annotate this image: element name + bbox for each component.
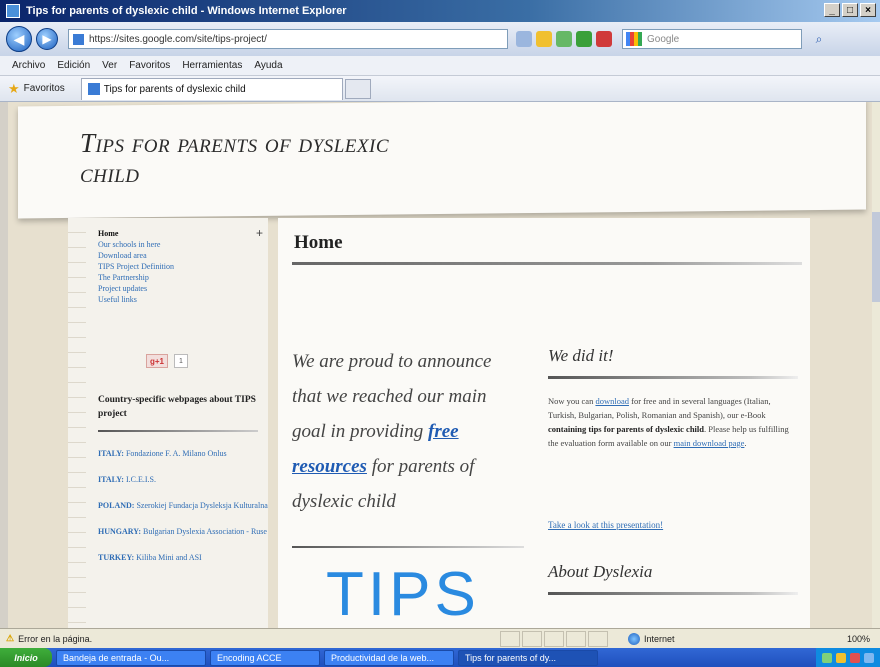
dropdown-icon[interactable] — [516, 31, 532, 47]
compat-icon[interactable] — [556, 31, 572, 47]
nav-item-schools[interactable]: Our schools in here — [98, 239, 174, 250]
list-item[interactable]: ITALY: Fondazione F. A. Milano Onlus — [98, 448, 268, 460]
menu-bar: Archivo Edición Ver Favoritos Herramient… — [0, 56, 880, 76]
menu-tools[interactable]: Herramientas — [182, 60, 242, 71]
tray-icon[interactable] — [850, 652, 860, 663]
ie-icon — [6, 4, 20, 18]
globe-icon — [628, 632, 640, 645]
scrollbar-thumb[interactable] — [872, 212, 880, 302]
main-content: Home We are proud to announce that we re… — [278, 218, 810, 628]
menu-help[interactable]: Ayuda — [254, 60, 282, 71]
list-item[interactable]: HUNGARY: Bulgarian Dyslexia Association … — [98, 526, 268, 538]
lock-icon[interactable] — [536, 31, 552, 47]
zone-text: Internet — [644, 633, 675, 644]
page-viewport: Tips for parents of dyslexic child Home … — [8, 102, 872, 628]
nav-item-partnership[interactable]: The Partnership — [98, 272, 174, 283]
divider — [292, 262, 802, 265]
minimize-button[interactable]: _ — [824, 3, 840, 17]
search-icon[interactable]: ⌕ — [808, 29, 830, 49]
stop-icon[interactable] — [596, 31, 612, 47]
window-title: Tips for parents of dyslexic child - Win… — [26, 5, 347, 17]
taskbar: Inicio Bandeja de entrada - Ou... Encodi… — [0, 648, 880, 667]
tips-logo: TIPS — [326, 560, 480, 628]
status-cells — [500, 630, 608, 647]
page-title: Home — [294, 232, 343, 253]
sidebar-decoration — [68, 218, 86, 628]
tab-title: Tips for parents of dyslexic child — [103, 83, 246, 95]
favorites-label: Favoritos — [23, 83, 65, 94]
taskbar-item[interactable]: Productividad de la web... — [324, 649, 454, 666]
tab-active[interactable]: Tips for parents of dyslexic child — [80, 77, 343, 100]
nav-home[interactable]: Home — [98, 228, 174, 239]
we-did-it-heading: We did it! — [548, 346, 614, 365]
menu-favorites[interactable]: Favoritos — [129, 60, 170, 71]
taskbar-item[interactable]: Bandeja de entrada - Ou... — [56, 649, 206, 666]
site-favicon-icon — [87, 83, 100, 95]
address-bar[interactable]: https://sites.google.com/site/tips-proje… — [68, 29, 508, 49]
new-tab-button[interactable] — [344, 78, 371, 99]
address-text: https://sites.google.com/site/tips-proje… — [89, 33, 267, 45]
list-item[interactable]: ITALY: I.C.E.I.S. — [98, 474, 268, 486]
star-icon: ★ — [8, 80, 20, 96]
download-link[interactable]: download — [595, 396, 629, 406]
taskbar-item[interactable]: Tips for parents of dy... — [458, 649, 598, 666]
nav-item-definition[interactable]: TIPS Project Definition — [98, 261, 174, 272]
maximize-button[interactable]: □ — [842, 3, 858, 17]
presentation-link[interactable]: Take a look at this presentation! — [548, 520, 663, 530]
main-download-page-link[interactable]: main download page — [674, 438, 745, 448]
gplus-count: 1 — [174, 354, 188, 368]
tray-icon[interactable] — [822, 652, 832, 663]
zoom-level[interactable]: 100% — [847, 634, 880, 644]
window-controls: _ □ × — [824, 3, 876, 17]
address-tools — [516, 31, 612, 47]
refresh-icon[interactable] — [576, 31, 592, 47]
divider — [98, 430, 258, 432]
forward-button[interactable]: ▶ — [36, 28, 58, 50]
announcement: We are proud to announce that we reached… — [292, 351, 492, 512]
country-heading: Country-specific webpages about TIPS pro… — [98, 395, 256, 419]
sidebar-nav: Home Our schools in here Download area T… — [98, 228, 174, 305]
google-icon — [626, 32, 642, 46]
back-button[interactable]: ◀ — [6, 26, 32, 52]
nav-item-links[interactable]: Useful links — [98, 294, 174, 305]
status-bar: ⚠ Error en la página. Internet 100% — [0, 628, 880, 648]
close-button[interactable]: × — [860, 3, 876, 17]
status-left[interactable]: ⚠ Error en la página. — [0, 633, 500, 644]
search-placeholder: Google — [647, 33, 680, 45]
nav-item-download[interactable]: Download area — [98, 250, 174, 261]
menu-edit[interactable]: Edición — [57, 60, 90, 71]
favorites-button[interactable]: ★ Favoritos — [0, 81, 73, 97]
tray-icon[interactable] — [836, 652, 846, 663]
start-button[interactable]: Inicio — [0, 648, 52, 667]
security-zone: Internet — [628, 632, 758, 645]
page-icon — [73, 34, 84, 45]
divider — [292, 546, 524, 548]
expand-icon[interactable]: + — [256, 226, 263, 240]
search-input[interactable]: Google — [622, 29, 802, 49]
warning-icon: ⚠ — [6, 633, 15, 643]
status-text: Error en la página. — [18, 633, 93, 644]
favorites-bar: ★ Favoritos Tips for parents of dyslexic… — [0, 76, 880, 102]
title-bar: Tips for parents of dyslexic child - Win… — [0, 0, 880, 22]
nav-item-updates[interactable]: Project updates — [98, 283, 174, 294]
navigation-toolbar: ◀ ▶ https://sites.google.com/site/tips-p… — [0, 22, 880, 56]
vertical-scrollbar[interactable] — [872, 102, 880, 628]
system-tray — [816, 648, 880, 667]
gplus-widget: g+1 1 — [146, 354, 188, 368]
menu-file[interactable]: Archivo — [12, 60, 45, 71]
divider — [548, 592, 798, 595]
divider — [548, 376, 798, 379]
we-did-it-text: Now you can download for free and in sev… — [548, 396, 789, 448]
about-dyslexia-heading: About Dyslexia — [548, 562, 653, 581]
list-item[interactable]: TURKEY: Kiliba Mini and ASI — [98, 552, 268, 564]
tray-icon[interactable] — [864, 652, 874, 663]
sidebar: Home Our schools in here Download area T… — [68, 218, 268, 628]
country-list: ITALY: Fondazione F. A. Milano Onlus ITA… — [98, 448, 268, 578]
list-item[interactable]: POLAND: Szerokiej Fundacja Dysleksja Kul… — [98, 500, 268, 512]
site-title[interactable]: Tips for parents of dyslexic child — [80, 128, 420, 188]
taskbar-item[interactable]: Encoding ACCE — [210, 649, 320, 666]
gplus-button[interactable]: g+1 — [146, 354, 168, 368]
menu-view[interactable]: Ver — [102, 60, 117, 71]
